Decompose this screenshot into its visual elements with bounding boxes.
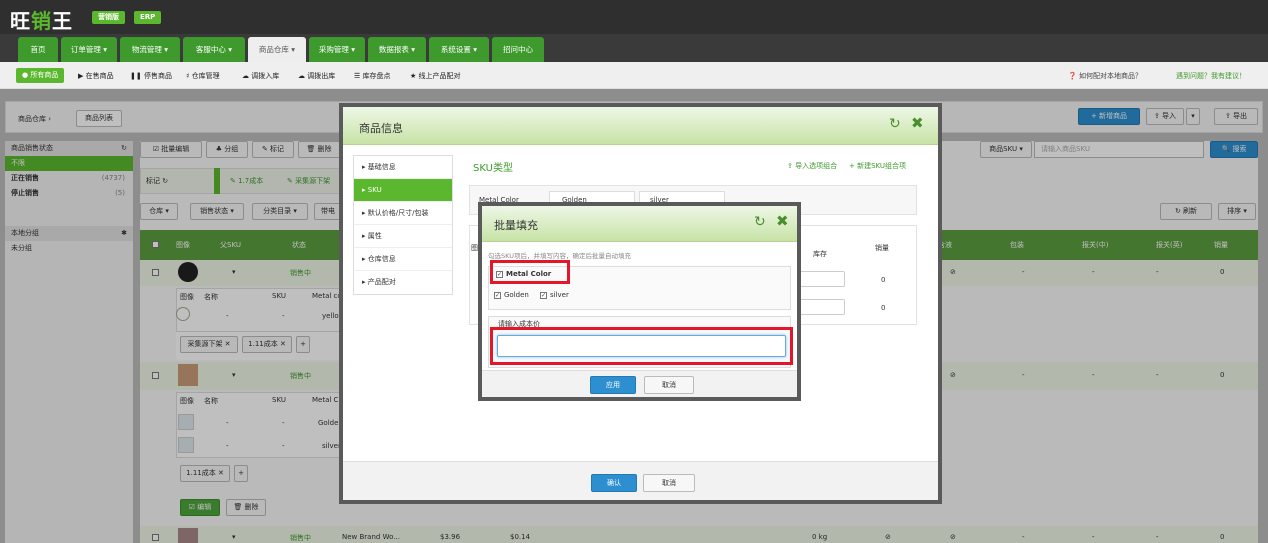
modal-footer: 应用 取消 [482, 370, 797, 397]
silver-checkbox[interactable]: ✓ silver [540, 291, 569, 299]
modal-header: 商品信息 ↻ ✖ [343, 107, 938, 145]
app-logo[interactable]: 旺销王 [10, 5, 73, 34]
stock-input[interactable] [799, 299, 845, 315]
confirm-button[interactable]: 确认 [591, 474, 637, 492]
cancel-button[interactable]: 取消 [643, 474, 695, 492]
subnav-stopped[interactable]: ❚❚ 停售商品 [130, 71, 172, 81]
top-bar [0, 0, 1268, 34]
subnav-transfer-out[interactable]: ☁ 调拨出库 [298, 71, 335, 81]
main-nav: 首页 订单管理 ▾ 物流管理 ▾ 客服中心 ▾ 商品仓库 ▾ 采购管理 ▾ 数据… [0, 34, 1268, 62]
golden-checkbox[interactable]: ✓ Golden [494, 291, 529, 299]
close-icon[interactable]: ✖ [776, 212, 789, 230]
tab-help[interactable]: 招问中心 [492, 37, 544, 62]
tab-settings[interactable]: 系统设置 ▾ [429, 37, 489, 62]
nav-default-price[interactable]: ▸ 默认价格/尺寸/包装 [354, 202, 452, 225]
cancel-button[interactable]: 取消 [644, 376, 694, 394]
tab-home[interactable]: 首页 [18, 37, 58, 62]
subnav-on-sale[interactable]: ▶ 在售商品 [78, 71, 114, 81]
tab-purchase[interactable]: 采购管理 ▾ [309, 37, 365, 62]
all-products-pill[interactable]: ● 所有商品 [16, 68, 65, 83]
subnav-warehouse[interactable]: ♯ 仓库管理 [186, 71, 220, 81]
subnav-transfer-in[interactable]: ☁ 调拨入库 [242, 71, 279, 81]
feedback-link[interactable]: 遇到问题？我有建议！ [1176, 71, 1246, 81]
modal-side-nav: ▸ 基础信息 ▸ SKU ▸ 默认价格/尺寸/包装 ▸ 属性 ▸ 仓库信息 ▸ … [353, 155, 453, 295]
help-link-pairing[interactable]: ❓ 如何配对本地商品？ [1068, 71, 1142, 81]
sales-value: 0 [881, 304, 886, 312]
tab-reports[interactable]: 数据报表 ▾ [368, 37, 426, 62]
tab-warehouse[interactable]: 商品仓库 ▾ [248, 37, 306, 62]
apply-button[interactable]: 应用 [590, 376, 636, 394]
sku-col-stock: 库存 [813, 250, 827, 258]
close-icon[interactable]: ✖ [911, 114, 924, 132]
refresh-icon[interactable]: ↻ [889, 116, 901, 132]
sub-nav: ● 所有商品 ▶ 在售商品 ❚❚ 停售商品 ♯ 仓库管理 ☁ 调拨入库 ☁ 调拨… [0, 62, 1268, 89]
hint-text: 勾选SKU项后，并填写内容，确定后批量自动填充 [488, 252, 631, 260]
subnav-pairing[interactable]: ★ 线上产品配对 [410, 71, 461, 81]
modal-footer: 确认 取消 [343, 461, 938, 500]
new-combo-link[interactable]: + 新建SKU组合项 [849, 161, 906, 171]
modal-title: 批量填充 [494, 219, 538, 232]
refresh-icon[interactable]: ↻ [754, 214, 766, 230]
tab-orders[interactable]: 订单管理 ▾ [61, 37, 117, 62]
modal-title: 商品信息 [359, 122, 403, 135]
nav-sku[interactable]: ▸ SKU [354, 179, 452, 202]
erp-badge[interactable]: ERP [134, 11, 162, 24]
sku-type-title: SKU类型 [473, 163, 513, 174]
cost-price-input[interactable] [497, 335, 786, 357]
import-combo-link[interactable]: ⇪ 导入选项组合 [787, 161, 837, 171]
subnav-stocktake[interactable]: ☰ 库存盘点 [354, 71, 391, 81]
tab-service[interactable]: 客服中心 ▾ [183, 37, 245, 62]
edition-badge[interactable]: 营销版 [92, 11, 125, 24]
sku-col-sales: 销量 [875, 244, 889, 252]
modal-header: 批量填充 ↻ ✖ [482, 206, 797, 242]
nav-basic-info[interactable]: ▸ 基础信息 [354, 156, 452, 179]
stock-input[interactable] [799, 271, 845, 287]
nav-product-pairing[interactable]: ▸ 产品配对 [354, 271, 452, 294]
sales-value: 0 [881, 276, 886, 284]
tab-logistics[interactable]: 物流管理 ▾ [120, 37, 180, 62]
metal-color-checkbox[interactable]: ✓ Metal Color [496, 270, 551, 278]
nav-warehouse-info[interactable]: ▸ 仓库信息 [354, 248, 452, 271]
nav-attributes[interactable]: ▸ 属性 [354, 225, 452, 248]
batch-fill-modal: 批量填充 ↻ ✖ 勾选SKU项后，并填写内容，确定后批量自动填充 ✓ Metal … [478, 202, 801, 401]
